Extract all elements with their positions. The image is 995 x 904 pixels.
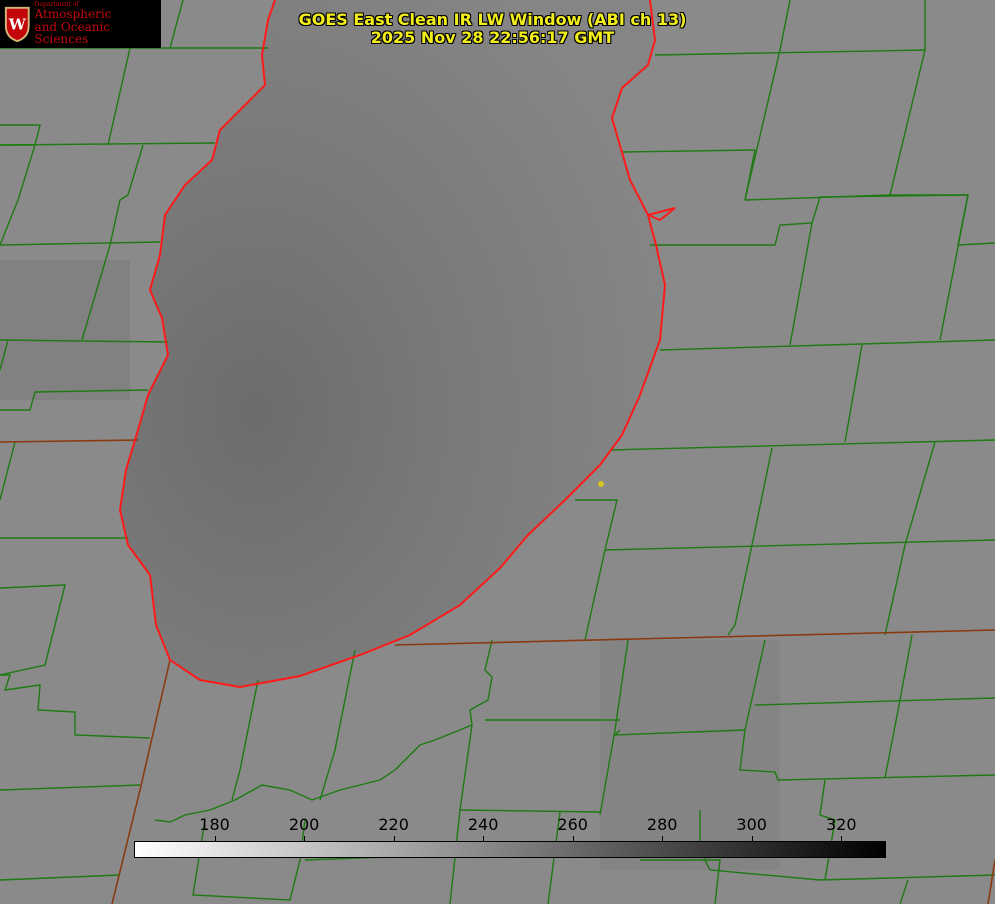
colorbar-tick-mark [841,836,843,841]
cloud-patch-southeast [600,640,780,870]
colorbar-tick-mark [214,836,216,841]
colorbar-tick-label: 300 [736,815,767,834]
colorbar-tick-mark [483,836,485,841]
colorbar-tick-label: 280 [646,815,678,834]
colorbar-tick-label: 200 [288,815,320,834]
colorbar-tick-label: 260 [557,815,588,834]
logo-line-1: Atmospheric [34,7,112,22]
colorbar-tick-label: 180 [199,815,230,834]
colorbar-tick-mark [304,836,306,841]
cloud-patch-west [0,260,130,400]
colorbar-tick-mark [751,836,753,841]
logo-line-2: and Oceanic Sciences [34,19,111,47]
title-timestamp: 2025 Nov 28 22:56:17 GMT [370,28,615,47]
satellite-image-viewer: W Department of Atmospheric and Oceanic … [0,0,995,904]
image-title: GOES East Clean IR LW Window (ABI ch 13)… [260,11,725,47]
colorbar-tick-mark [572,836,574,841]
title-product: GOES East Clean IR LW Window (ABI ch 13) [298,10,687,29]
uw-crest-icon: W [4,6,30,43]
colorbar-tick-mark [662,836,664,841]
uw-aos-logo: W Department of Atmospheric and Oceanic … [0,0,161,48]
colorbar-tick-mark [393,836,395,841]
svg-text:W: W [8,16,27,34]
satellite-map [0,0,995,904]
colorbar-tick-label: 240 [467,815,499,834]
logo-text: Department of Atmospheric and Oceanic Sc… [34,1,161,47]
colorbar-tick-label: 320 [825,815,857,834]
temperature-colorbar [134,841,886,858]
location-marker [598,481,604,487]
colorbar-tick-label: 220 [378,815,409,834]
